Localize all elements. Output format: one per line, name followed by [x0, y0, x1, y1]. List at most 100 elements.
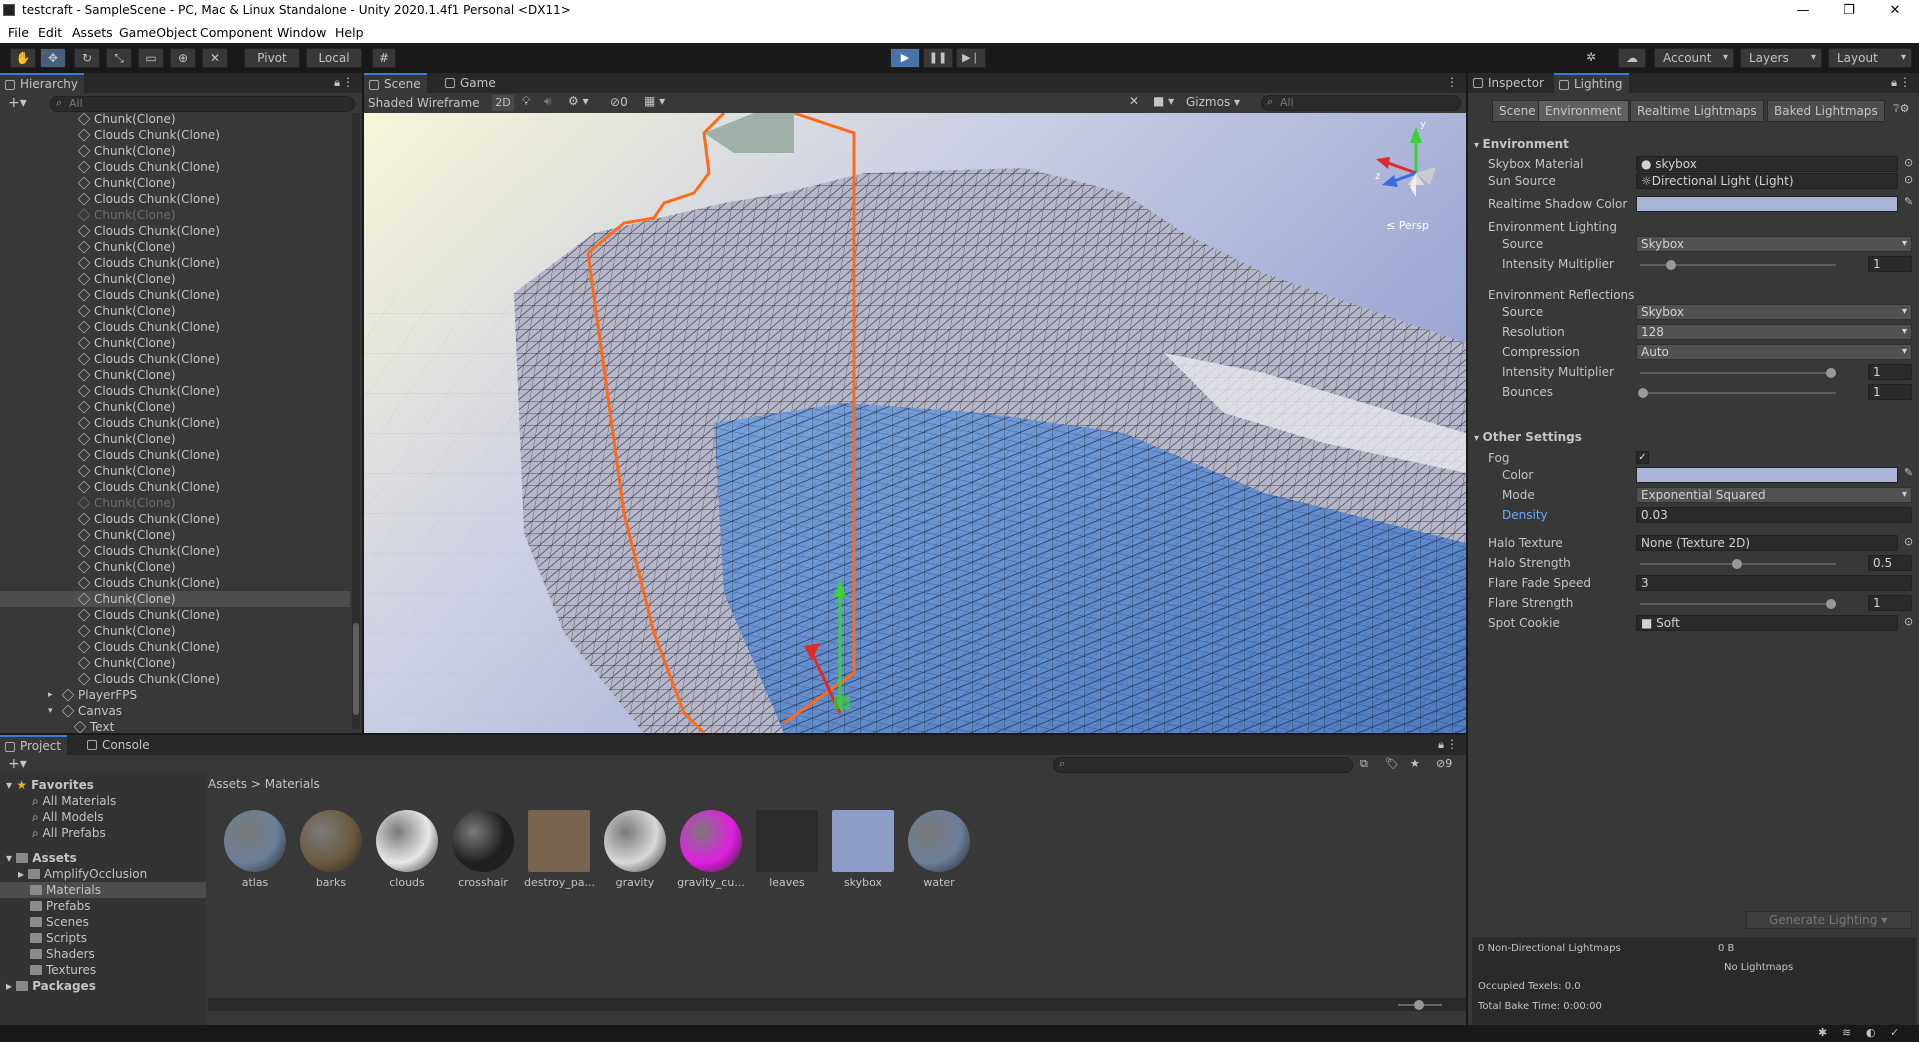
favorite-icon[interactable]: ★: [1410, 757, 1420, 770]
asset-tile[interactable]: gravity: [600, 810, 670, 889]
density-field[interactable]: 0.03: [1636, 507, 1912, 523]
foldout-arrow-icon[interactable]: ▸: [48, 687, 53, 703]
hierarchy-row[interactable]: Clouds Chunk(Clone): [0, 479, 350, 495]
hidden-packages-toggle[interactable]: ⊘9: [1436, 757, 1452, 770]
folder-scenes[interactable]: Scenes: [30, 914, 89, 930]
menu-gameobject[interactable]: GameObject: [119, 25, 197, 40]
tools-icon[interactable]: ✕: [1129, 94, 1147, 108]
ref-intensity-slider[interactable]: [1640, 368, 1836, 378]
stack-icon[interactable]: ≋: [1842, 1026, 1851, 1039]
breadcrumb-assets[interactable]: Assets: [208, 777, 247, 791]
scene-search-input[interactable]: All: [1261, 95, 1461, 111]
hierarchy-row[interactable]: Chunk(Clone): [0, 143, 350, 159]
folder-shaders[interactable]: Shaders: [30, 946, 95, 962]
halo-strength-slider[interactable]: [1640, 559, 1836, 569]
halo-picker-icon[interactable]: ⊙: [1904, 535, 1913, 548]
folder-textures[interactable]: Textures: [30, 962, 96, 978]
tab-scene[interactable]: Scene: [364, 73, 427, 93]
skybox-picker-icon[interactable]: ⊙: [1904, 156, 1913, 169]
flare-strength-knob[interactable]: [1826, 599, 1836, 609]
menu-help[interactable]: Help: [335, 25, 364, 40]
favorites-item[interactable]: ▾ ★ Favorites: [6, 777, 94, 793]
hierarchy-scroll-thumb[interactable]: [353, 623, 359, 715]
asset-tile[interactable]: barks: [296, 810, 366, 889]
menu-component[interactable]: Component: [200, 25, 273, 40]
layout-dropdown[interactable]: Layout: [1828, 48, 1912, 68]
asset-tile[interactable]: water: [904, 810, 974, 889]
filter-label-icon[interactable]: 🏷︎: [1385, 757, 1399, 770]
hierarchy-row[interactable]: Chunk(Clone): [0, 655, 350, 671]
grid-snap-icon[interactable]: #: [372, 48, 396, 68]
breadcrumb-materials[interactable]: Materials: [265, 777, 320, 791]
generate-lighting-button[interactable]: Generate Lighting ▾: [1746, 911, 1912, 929]
account-dropdown[interactable]: Account: [1654, 48, 1734, 68]
asset-tile[interactable]: clouds: [372, 810, 442, 889]
ref-source-dropdown[interactable]: Skybox: [1636, 304, 1912, 320]
filter-type-icon[interactable]: ⧉: [1360, 757, 1368, 771]
lighting-toggle-icon[interactable]: 💡︎: [522, 94, 540, 109]
sun-source-field[interactable]: ☼Directional Light (Light): [1636, 173, 1898, 189]
hierarchy-row[interactable]: Clouds Chunk(Clone): [0, 159, 350, 175]
hierarchy-row[interactable]: Chunk(Clone): [0, 271, 350, 287]
scene-viewport[interactable]: y z ≤ Persp: [364, 113, 1466, 733]
step-button[interactable]: ▶❘: [956, 48, 986, 68]
hierarchy-search-input[interactable]: All: [50, 96, 355, 112]
environment-header[interactable]: Environment: [1474, 137, 1569, 151]
hierarchy-row[interactable]: Chunk(Clone): [0, 559, 350, 575]
hierarchy-row[interactable]: Chunk(Clone): [0, 527, 350, 543]
folder-materials[interactable]: Materials: [0, 882, 206, 898]
flare-strength-field[interactable]: 1: [1868, 595, 1912, 611]
hidden-objects-toggle[interactable]: ⊘0: [610, 95, 640, 109]
lock-icon[interactable]: 🔒︎: [334, 76, 340, 90]
effects-toggle-icon[interactable]: ⚙ ▾: [568, 94, 604, 108]
menu-dots-icon[interactable]: ⋮: [342, 75, 354, 89]
hierarchy-row[interactable]: Clouds Chunk(Clone): [0, 351, 350, 367]
menu-assets[interactable]: Assets: [72, 25, 113, 40]
asset-tile[interactable]: leaves: [752, 810, 822, 889]
ref-intensity-field[interactable]: 1: [1868, 364, 1912, 380]
collab-icon[interactable]: ✲: [1578, 48, 1604, 68]
hierarchy-row[interactable]: Chunk(Clone): [0, 399, 350, 415]
sun-picker-icon[interactable]: ⊙: [1904, 173, 1913, 186]
assets-item[interactable]: ▾ Assets: [6, 850, 77, 866]
flare-strength-slider[interactable]: [1640, 599, 1836, 609]
tab-project[interactable]: Project: [0, 735, 68, 755]
spot-cookie-field[interactable]: ■ Soft: [1636, 615, 1898, 631]
thumbnail-size-knob[interactable]: [1414, 1000, 1424, 1010]
menu-file[interactable]: File: [8, 25, 29, 40]
flare-fade-field[interactable]: 3: [1636, 575, 1912, 591]
hierarchy-row[interactable]: Clouds Chunk(Clone): [0, 575, 350, 591]
scale-tool-icon[interactable]: ⤡: [106, 48, 132, 68]
fog-color-field[interactable]: [1636, 467, 1898, 483]
local-toggle[interactable]: Local: [306, 48, 362, 68]
tab-hierarchy[interactable]: Hierarchy: [0, 73, 85, 93]
ref-intensity-knob[interactable]: [1826, 368, 1836, 378]
hierarchy-row[interactable]: Clouds Chunk(Clone): [0, 319, 350, 335]
hierarchy-row[interactable]: Chunk(Clone): [0, 495, 350, 511]
inspector-lock-icon[interactable]: 🔒︎: [1891, 76, 1897, 90]
minimize-button[interactable]: —: [1780, 0, 1826, 21]
hierarchy-scrollbar[interactable]: [352, 113, 360, 729]
play-button[interactable]: ▶: [890, 48, 920, 68]
subtab-environment[interactable]: Environment: [1538, 100, 1629, 122]
halo-strength-knob[interactable]: [1732, 559, 1742, 569]
hierarchy-row[interactable]: Clouds Chunk(Clone): [0, 287, 350, 303]
hand-tool-icon[interactable]: ✋: [10, 48, 36, 68]
hierarchy-row[interactable]: Clouds Chunk(Clone): [0, 543, 350, 559]
hierarchy-row[interactable]: Chunk(Clone): [0, 303, 350, 319]
help-icon[interactable]: ❔︎⚙: [1893, 102, 1909, 116]
hierarchy-row-playerfps[interactable]: ▸ PlayerFPS: [0, 687, 350, 703]
auto-refresh-icon[interactable]: ✓: [1890, 1026, 1899, 1039]
close-button[interactable]: ✕: [1872, 0, 1918, 21]
compression-dropdown[interactable]: Auto: [1636, 344, 1912, 360]
scene-menu-dots-icon[interactable]: ⋮: [1446, 75, 1458, 89]
source-dropdown[interactable]: Skybox: [1636, 236, 1912, 252]
hierarchy-row[interactable]: Clouds Chunk(Clone): [0, 415, 350, 431]
menu-edit[interactable]: Edit: [38, 25, 62, 40]
rotate-tool-icon[interactable]: ↻: [74, 48, 100, 68]
inspector-menu-dots-icon[interactable]: ⋮: [1899, 75, 1911, 89]
gizmos-dropdown[interactable]: Gizmos ▾: [1186, 95, 1252, 109]
pause-button[interactable]: ❚❚: [923, 48, 953, 68]
folder-scripts[interactable]: Scripts: [30, 930, 87, 946]
hierarchy-row[interactable]: Clouds Chunk(Clone): [0, 383, 350, 399]
